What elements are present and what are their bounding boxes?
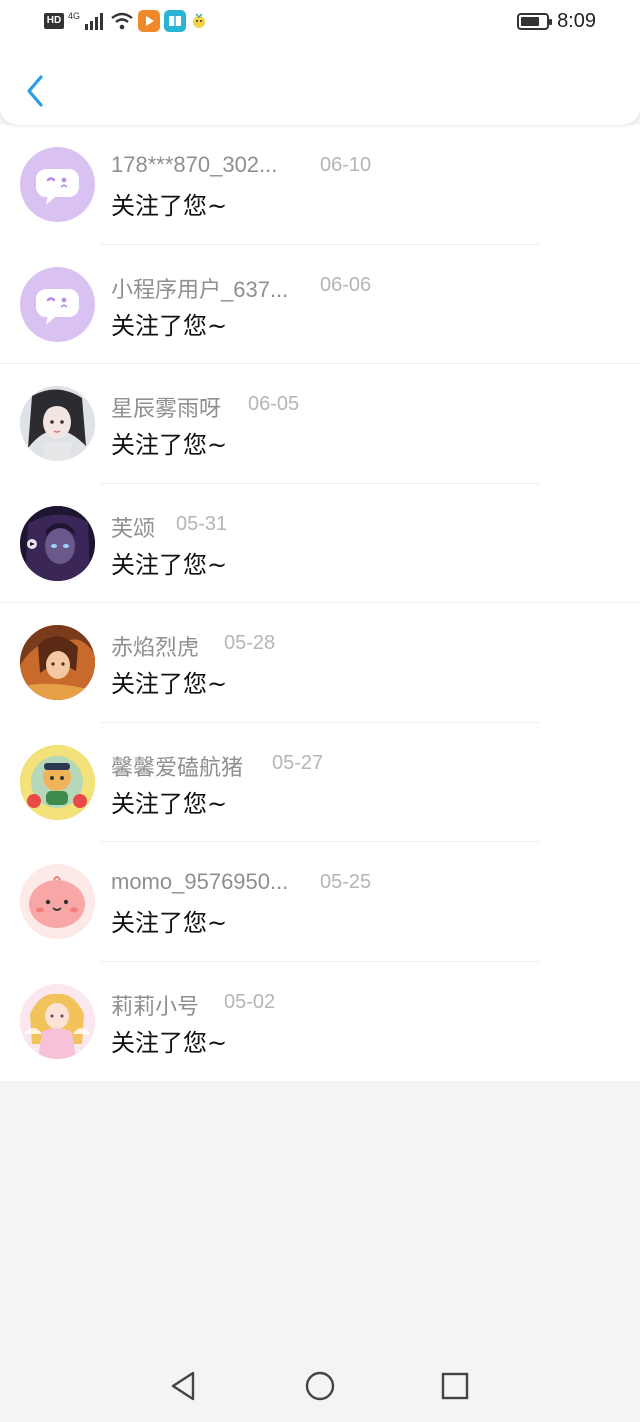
- anime-girl-avatar-icon: [20, 386, 95, 461]
- user-name[interactable]: 芙颂: [111, 511, 155, 543]
- user-name[interactable]: 馨馨爱磕航猪: [111, 750, 243, 782]
- user-name[interactable]: 星辰雾雨呀: [111, 391, 221, 423]
- user-name[interactable]: 莉莉小号: [111, 989, 199, 1021]
- back-button[interactable]: [18, 70, 52, 112]
- message-text: 关注了您~: [111, 909, 228, 937]
- chat-bubble-avatar-icon: [36, 169, 79, 205]
- status-left: HD 4G: [44, 10, 208, 32]
- status-bar: HD 4G 8:09: [0, 0, 640, 44]
- chat-bubble-avatar-icon: [36, 288, 79, 325]
- pink-blob-avatar-icon: [20, 864, 95, 939]
- follow-date: 06-06: [320, 273, 372, 296]
- wifi-icon: [111, 12, 133, 30]
- follow-date: 05-02: [224, 990, 276, 1013]
- follow-date: 06-05: [248, 393, 300, 415]
- message-text: 关注了您~: [111, 550, 228, 579]
- battery-icon: [517, 13, 553, 30]
- video-app-icon: [138, 10, 161, 32]
- header-card: HD 4G 8:09: [0, 0, 640, 125]
- mascot-app-icon: [190, 12, 208, 30]
- avatar[interactable]: [20, 625, 95, 700]
- list-item[interactable]: 178***870_302... 06-10 关注了您~: [0, 125, 640, 245]
- message-text: 关注了您~: [111, 670, 228, 698]
- user-name[interactable]: 178***870_302...: [111, 152, 277, 178]
- list-item[interactable]: 赤焰烈虎 05-28 关注了您~: [0, 603, 640, 723]
- system-nav-bar: [0, 1350, 640, 1422]
- list-item[interactable]: 莉莉小号 05-02 关注了您~: [0, 962, 640, 1082]
- avatar[interactable]: [20, 744, 95, 820]
- message-text: 关注了您~: [111, 431, 228, 459]
- message-text: 关注了您~: [111, 1028, 228, 1057]
- follow-date: 05-31: [176, 512, 228, 535]
- triangle-back-icon: [171, 1371, 195, 1401]
- user-name[interactable]: 赤焰烈虎: [111, 630, 199, 662]
- message-text: 关注了您~: [111, 311, 228, 340]
- follow-date: 05-25: [320, 871, 372, 893]
- message-text: 关注了您~: [111, 789, 228, 818]
- follower-list: 178***870_302... 06-10 关注了您~ 小程序用户_637..…: [0, 125, 640, 1081]
- hd-badge: HD: [44, 13, 64, 29]
- nav-home-button[interactable]: [302, 1368, 338, 1404]
- circle-home-icon: [305, 1371, 335, 1401]
- angel-girl-avatar-icon: [20, 983, 95, 1059]
- chevron-left-icon: [27, 75, 43, 107]
- list-item[interactable]: 小程序用户_637... 06-06 关注了您~: [0, 245, 640, 364]
- signal-icon: [85, 13, 104, 30]
- book-app-icon: [164, 10, 187, 32]
- message-text: 关注了您~: [111, 192, 228, 220]
- avatar[interactable]: [20, 147, 95, 222]
- follow-date: 06-10: [320, 154, 372, 176]
- list-item[interactable]: 馨馨爱磕航猪 05-27 关注了您~: [0, 723, 640, 842]
- dark-character-avatar-icon: [20, 505, 95, 581]
- user-name[interactable]: momo_9576950...: [111, 869, 288, 895]
- avatar[interactable]: [20, 983, 95, 1059]
- network-type: 4G: [68, 11, 81, 21]
- follow-date: 05-27: [272, 751, 324, 774]
- list-item[interactable]: momo_9576950... 05-25 关注了您~: [0, 842, 640, 962]
- square-recents-icon: [441, 1372, 469, 1400]
- avatar[interactable]: [20, 386, 95, 461]
- status-time: 8:09: [557, 10, 596, 32]
- avatar[interactable]: [20, 505, 95, 581]
- colorful-toy-avatar-icon: [20, 744, 95, 820]
- follow-date: 05-28: [224, 632, 276, 654]
- list-item[interactable]: 芙颂 05-31 关注了您~: [0, 484, 640, 603]
- user-name[interactable]: 小程序用户_637...: [111, 272, 288, 304]
- list-item[interactable]: 星辰雾雨呀 06-05 关注了您~: [0, 364, 640, 484]
- status-right: 8:09: [517, 10, 596, 33]
- nav-back-button[interactable]: [166, 1368, 202, 1404]
- nav-recents-button[interactable]: [437, 1368, 473, 1404]
- avatar[interactable]: [20, 864, 95, 939]
- avatar[interactable]: [20, 266, 95, 342]
- fire-warrior-avatar-icon: [20, 625, 95, 700]
